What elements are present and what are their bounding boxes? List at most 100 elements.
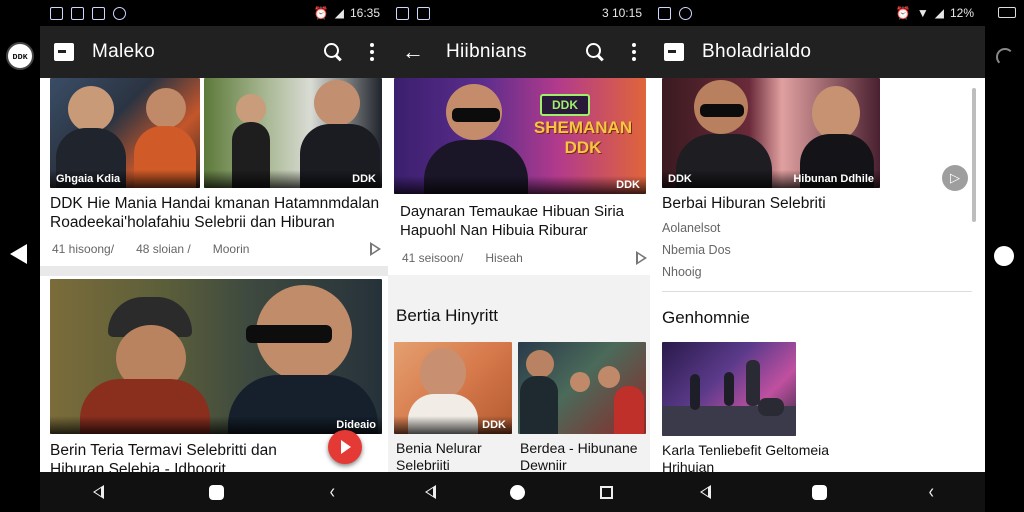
status-bar-right: ⏰ ▼ ◢ 12% xyxy=(650,0,1024,26)
panel-left: Maleko Ghgaia Kdia DDK DDK Hie Mania Han… xyxy=(40,26,388,472)
search-icon[interactable] xyxy=(586,43,604,61)
share-icon[interactable]: ▷ xyxy=(942,165,968,191)
previous-arrow-icon[interactable] xyxy=(10,244,27,264)
section-title: Genhomnie xyxy=(662,308,750,327)
settings-icon xyxy=(679,6,692,20)
person-figure xyxy=(526,350,554,378)
person-figure xyxy=(420,348,466,398)
video-thumbnail[interactable]: Ghgaia Kdia xyxy=(50,78,200,188)
app-bar: ← Hiibnians xyxy=(388,26,650,78)
status-bar-left: ⏰ ◢ 16:35 xyxy=(0,0,388,26)
video-thumbnail[interactable]: Dideaio xyxy=(50,279,382,434)
notification-icon xyxy=(658,6,671,20)
panel-middle: ← Hiibnians DDK SHEMANAN DDK DDK Daynara… xyxy=(388,26,650,472)
back-arrow-icon[interactable]: ← xyxy=(402,41,424,63)
app-logo-icon xyxy=(664,43,684,61)
nav-bar-edge-left xyxy=(0,472,40,512)
avatar-label: ᴅᴅᴋ xyxy=(12,51,28,61)
play-icon[interactable] xyxy=(370,242,381,256)
views-count: 41 hisoong/ xyxy=(52,242,115,256)
notification-icon xyxy=(71,6,84,20)
section-title: Bertia Hinyritt xyxy=(396,306,499,325)
upload-age: 48 sloian / xyxy=(136,242,191,256)
signal-icon: ◢ xyxy=(334,6,344,20)
thumbnail-caption: DDK xyxy=(204,170,382,188)
sunglasses xyxy=(246,325,332,343)
signal-icon: ◢ xyxy=(934,6,944,20)
app-title: Bholadrialdo xyxy=(702,41,812,62)
alarm-icon: ⏰ xyxy=(313,6,329,20)
video-thumbnail[interactable]: DDK Hibunan Ddhile xyxy=(662,78,880,188)
video-thumbnail[interactable]: DDK SHEMANAN DDK DDK xyxy=(394,78,646,194)
status-bar-middle: 3 10:15 xyxy=(388,0,650,26)
video-meta: 41 seisoon/ Hiseah xyxy=(402,251,523,265)
video-thumbnail[interactable]: DDK xyxy=(394,342,512,434)
video-thumbnail[interactable] xyxy=(662,342,796,436)
play-icon[interactable] xyxy=(636,251,647,265)
person-figure xyxy=(520,376,558,434)
video-title[interactable]: Berdea - Hibunane Dewniir xyxy=(520,440,646,472)
person-figure xyxy=(146,88,186,128)
right-edge xyxy=(985,26,1024,472)
person-figure xyxy=(236,94,266,124)
nav-chevron-icon[interactable]: ‹ xyxy=(329,482,334,502)
art-text: SHEMANAN DDK xyxy=(533,118,633,157)
search-icon[interactable] xyxy=(324,43,342,61)
caption-right: Hibunan Ddhile xyxy=(793,173,874,185)
divider xyxy=(40,266,388,276)
nav-home-icon[interactable] xyxy=(510,484,526,500)
divider xyxy=(662,291,972,292)
nav-back-icon[interactable] xyxy=(425,485,437,499)
video-thumbnail[interactable] xyxy=(518,342,646,434)
notification-icon xyxy=(417,6,430,20)
notification-icon xyxy=(50,6,63,20)
person-figure xyxy=(314,80,360,126)
app-title: Maleko xyxy=(92,41,156,62)
thumbnail-caption: Ghgaia Kdia xyxy=(50,170,200,188)
video-headline[interactable]: DDK Hie Mania Handai kmanan Hatamnmdalan… xyxy=(50,194,380,232)
channel-name: Hiseah xyxy=(485,251,523,265)
app-bar: Bholadrialdo xyxy=(650,26,985,78)
avatar[interactable]: ᴅᴅᴋ xyxy=(6,42,34,70)
video-headline[interactable]: Berin Teria Termavi Selebritti dan Hibur… xyxy=(50,441,330,472)
video-title[interactable]: Karla Tenliebefit Geltomeia Hrihuian xyxy=(662,442,862,472)
wifi-icon: ▼ xyxy=(916,6,929,20)
nav-home-icon[interactable] xyxy=(208,484,224,500)
video-title[interactable]: Benia Nelurar Selebriiti xyxy=(396,440,512,472)
nav-chevron-icon[interactable]: ‹ xyxy=(929,482,934,502)
battery-percent: 12% xyxy=(949,6,974,20)
video-headline[interactable]: Berbai Hiburan Selebriti xyxy=(662,194,962,213)
app-bar: Maleko xyxy=(40,26,388,78)
badge: DDK xyxy=(540,94,590,116)
nav-back-icon[interactable] xyxy=(92,485,104,499)
app-title: Hiibnians xyxy=(446,41,527,62)
person-figure xyxy=(812,86,860,140)
thumbnail-caption: Dideaio xyxy=(50,416,382,434)
views-count: 41 seisoon/ xyxy=(402,251,464,265)
scrollbar[interactable] xyxy=(972,88,976,222)
more-options-icon[interactable] xyxy=(370,43,374,61)
sunglasses xyxy=(452,108,500,122)
video-headline[interactable]: Daynaran Temaukae Hibuan Siria Hapuohl N… xyxy=(400,202,640,240)
video-subtitle: Aolanelsot xyxy=(662,221,721,235)
loading-arc-icon xyxy=(996,48,1014,66)
notification-icon xyxy=(92,6,105,20)
person-figure xyxy=(724,372,734,406)
nav-home-icon[interactable] xyxy=(812,484,828,500)
person-figure xyxy=(758,398,784,416)
nav-bar-middle xyxy=(388,472,650,512)
scroll-handle[interactable] xyxy=(994,246,1014,266)
thumbnail-caption: DDK Hibunan Ddhile xyxy=(662,170,880,188)
nav-back-icon[interactable] xyxy=(700,485,712,499)
video-subtitle: Nhooig xyxy=(662,265,702,279)
battery-icon xyxy=(998,7,1016,18)
video-subtitle: Nbemia Dos xyxy=(662,243,731,257)
nav-recents-icon[interactable] xyxy=(599,485,613,499)
video-thumbnail[interactable]: DDK xyxy=(204,78,382,188)
nav-bar-right: ‹ xyxy=(650,472,985,512)
more-options-icon[interactable] xyxy=(632,43,636,61)
person-figure xyxy=(614,386,644,434)
alarm-icon: ⏰ xyxy=(895,6,911,20)
status-time: 3 10:15 xyxy=(601,6,642,20)
play-fab-button[interactable] xyxy=(328,430,362,464)
